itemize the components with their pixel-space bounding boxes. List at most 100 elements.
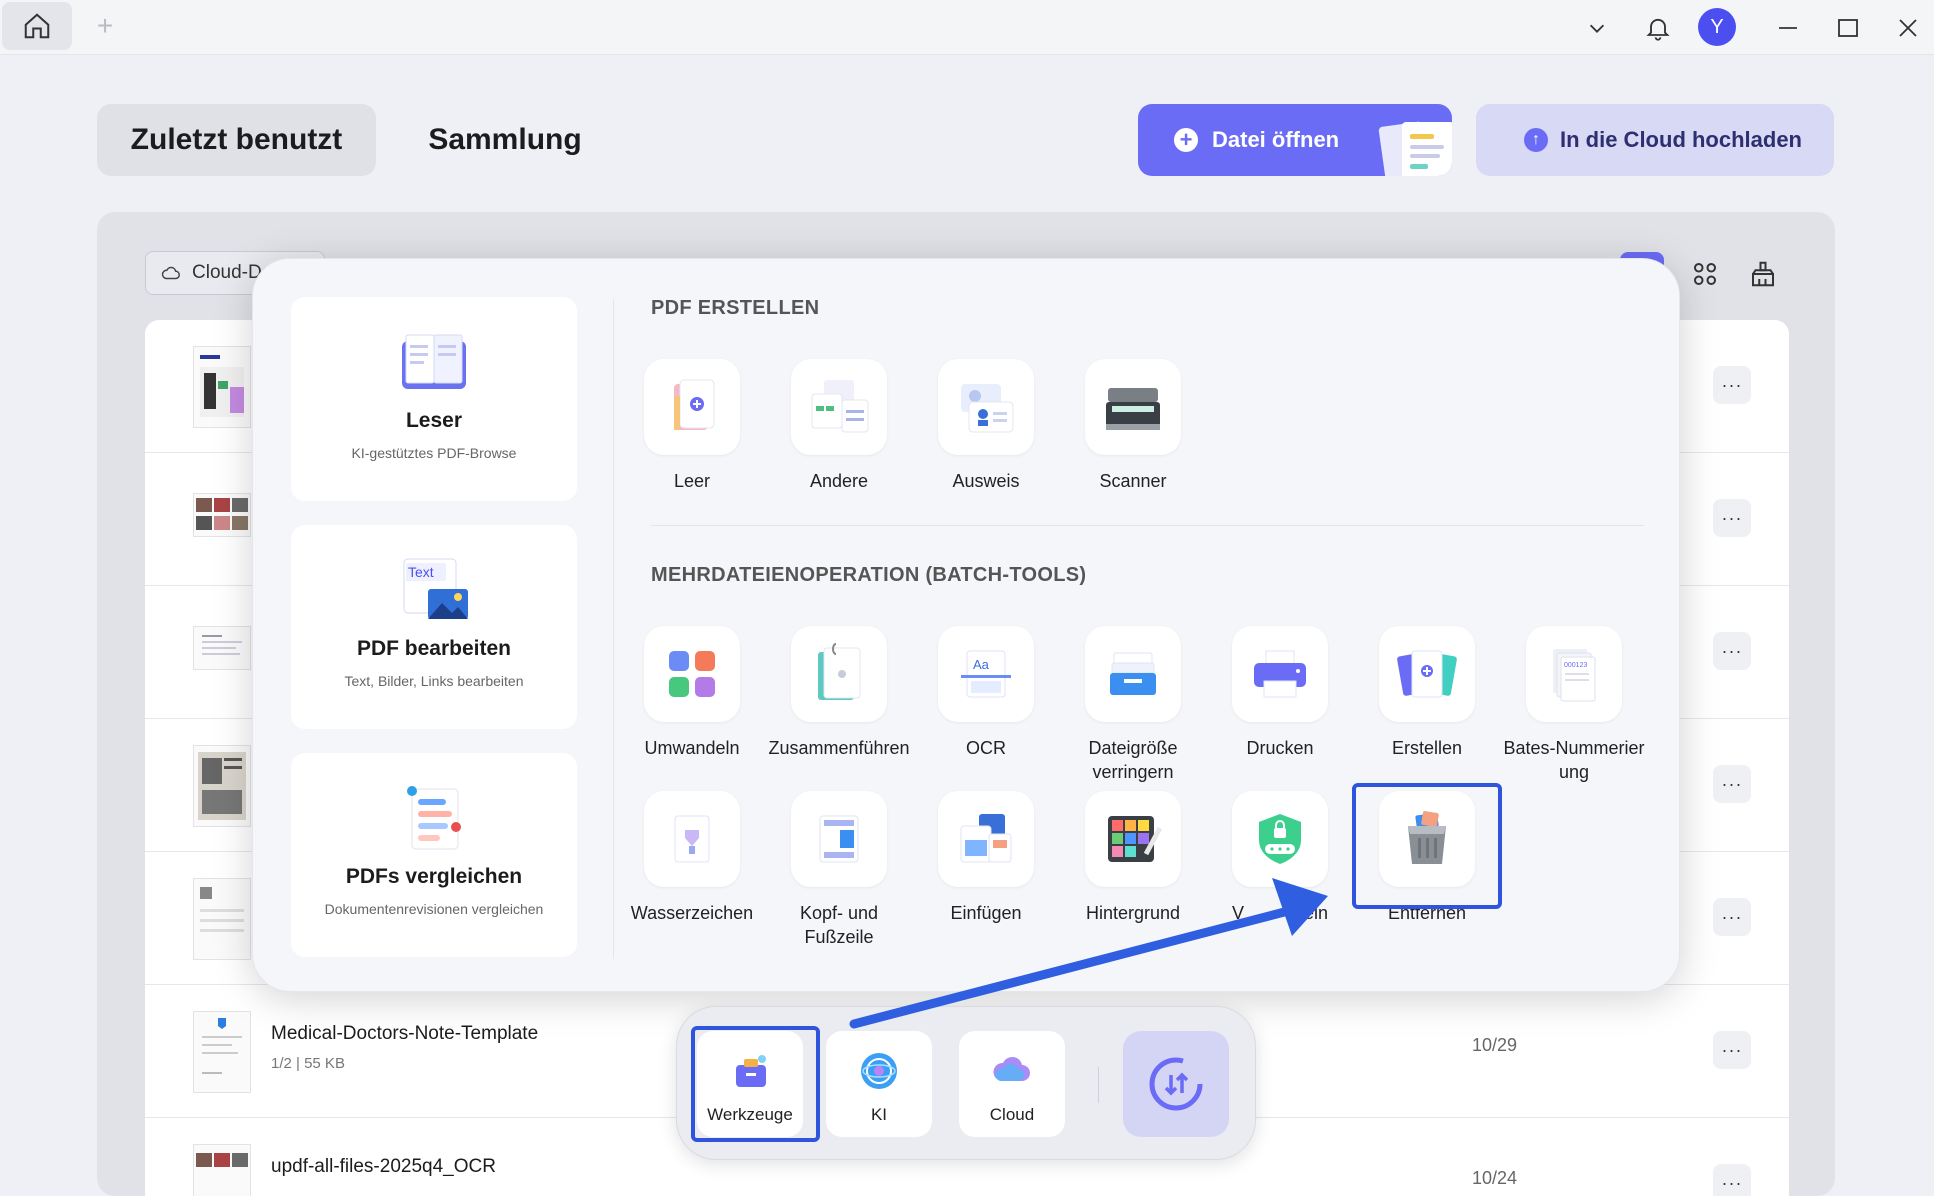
tab-collection[interactable]: Sammlung — [400, 104, 610, 176]
other-templates-icon — [811, 380, 869, 433]
more-options-button[interactable]: ··· — [1713, 898, 1751, 936]
close-icon[interactable] — [1888, 8, 1928, 48]
tool-merge[interactable]: Zusammenführen — [765, 626, 913, 760]
file-thumbnail — [193, 626, 251, 670]
tool-label: Kopf- und Fußzeile — [799, 903, 879, 947]
id-card-icon — [961, 384, 1014, 433]
svg-text:000123: 000123 — [1564, 662, 1587, 669]
tool-header-footer[interactable]: Kopf- und Fußzeile — [765, 791, 913, 949]
tool-blank[interactable]: Leer — [618, 359, 766, 493]
convert-icon — [669, 651, 715, 697]
tool-label: Scanner — [1099, 471, 1167, 491]
tool-id[interactable]: Ausweis — [912, 359, 1060, 493]
header-footer-icon — [819, 815, 859, 863]
upload-arrow-icon: ↑ — [1524, 128, 1548, 152]
tool-other[interactable]: Andere — [765, 359, 913, 493]
home-tab[interactable] — [2, 2, 72, 50]
dock-cloud-label: Cloud — [989, 1105, 1035, 1124]
tool-compress[interactable]: Dateigröße verringern — [1059, 626, 1207, 784]
tool-label: Umwandeln — [644, 738, 740, 758]
file-name: Medical-Doctors-Note-Template — [271, 1023, 539, 1044]
file-date: 10/24 — [1472, 1168, 1518, 1188]
file-thumbnail — [193, 1144, 251, 1196]
ocr-icon: Aa — [961, 650, 1011, 698]
edit-pdf-title: PDF bearbeiten — [356, 637, 512, 660]
tool-bates[interactable]: 000123 Bates-Nummerier ung — [1500, 626, 1648, 784]
tool-watermark[interactable]: Wasserzeichen — [618, 791, 766, 925]
sync-icon — [1149, 1057, 1203, 1111]
merge-icon — [818, 643, 861, 700]
reader-title: Leser — [405, 409, 463, 432]
tool-label: Andere — [809, 471, 869, 491]
create-section-title: PDF ERSTELLEN — [651, 297, 820, 319]
dock-ai-button[interactable]: KI — [826, 1031, 932, 1137]
tool-scanner[interactable]: Scanner — [1059, 359, 1207, 493]
open-file-label: Datei öffnen — [1212, 127, 1340, 152]
ai-orb-icon — [861, 1053, 897, 1089]
tool-create[interactable]: Erstellen — [1353, 626, 1501, 760]
compare-pdfs-title: PDFs vergleichen — [345, 865, 523, 888]
more-options-button[interactable]: ··· — [1713, 1164, 1751, 1196]
documents-illustration-icon — [1378, 121, 1452, 176]
more-options-button[interactable]: ··· — [1713, 765, 1751, 803]
chevron-down-icon[interactable] — [1577, 8, 1617, 48]
home-icon — [24, 13, 50, 39]
file-date: 10/29 — [1472, 1035, 1518, 1055]
edit-pdf-card[interactable]: Text PDF bearbeiten Text, Bilder, Links … — [291, 525, 577, 729]
tool-print[interactable]: Drucken — [1206, 626, 1354, 760]
new-tab-button[interactable]: + — [88, 6, 122, 46]
reader-card[interactable]: Leser KI-gestütztes PDF-Browse — [291, 297, 577, 501]
book-icon — [402, 334, 466, 389]
more-options-button[interactable]: ··· — [1713, 1031, 1751, 1069]
file-thumbnail — [193, 1011, 251, 1093]
dock-divider — [1098, 1067, 1099, 1103]
compare-pdfs-card[interactable]: PDFs vergleichen Dokumentenrevisionen ve… — [291, 753, 577, 957]
bates-numbering-icon: 000123 — [1553, 649, 1596, 702]
clean-brush-icon[interactable] — [1741, 252, 1785, 296]
scanner-icon — [1106, 388, 1160, 430]
open-file-button[interactable]: + Datei öffnen — [1138, 104, 1452, 176]
tab-recent[interactable]: Zuletzt benutzt — [97, 104, 376, 176]
compare-pdfs-subtitle: Dokumentenrevisionen vergleichen — [324, 901, 544, 917]
bell-icon[interactable] — [1638, 8, 1678, 48]
file-meta: 1/2 | 55 KB — [271, 1055, 345, 1072]
more-options-button[interactable]: ··· — [1713, 366, 1751, 404]
dock-cloud-button[interactable]: Cloud — [959, 1031, 1065, 1137]
file-name: updf-all-files-2025q4_OCR — [271, 1156, 496, 1177]
file-thumbnail — [193, 346, 251, 428]
batch-section-title: MEHRDATEIENOPERATION (BATCH-TOOLS) — [651, 564, 1087, 586]
edit-text-image-icon: Text — [403, 558, 468, 619]
tool-background[interactable]: Hintergrund — [1059, 791, 1207, 925]
avatar[interactable]: Y — [1698, 8, 1736, 46]
tool-label: Hintergrund — [1085, 903, 1181, 923]
upload-cloud-label: In die Cloud hochladen — [1560, 127, 1802, 152]
maximize-icon[interactable] — [1828, 8, 1868, 48]
plus-circle-icon: + — [1174, 128, 1198, 152]
tool-ocr[interactable]: Aa OCR — [912, 626, 1060, 760]
tool-encrypt[interactable]: Veln — [1206, 791, 1354, 925]
title-bar: + Y — [0, 0, 1934, 55]
create-pdf-icon — [1397, 650, 1457, 698]
file-thumbnail — [193, 878, 251, 960]
grid-view-icon[interactable] — [1683, 252, 1727, 296]
file-thumbnail — [193, 745, 251, 827]
compare-documents-icon — [407, 786, 461, 850]
sync-button[interactable] — [1123, 1031, 1229, 1137]
tool-label: Wasserzeichen — [630, 903, 754, 923]
blank-page-icon — [674, 379, 715, 430]
more-options-button[interactable]: ··· — [1713, 632, 1751, 670]
minimize-icon[interactable] — [1768, 8, 1808, 48]
svg-text:Aa: Aa — [973, 657, 990, 672]
tool-label: Einfügen — [950, 903, 1022, 923]
tool-label: Drucken — [1246, 738, 1314, 758]
cloud-icon — [161, 266, 180, 280]
tool-convert[interactable]: Umwandeln — [618, 626, 766, 760]
upload-cloud-button[interactable]: ↑ In die Cloud hochladen — [1476, 104, 1834, 176]
highlight-tools — [691, 1026, 820, 1142]
svg-text:Text: Text — [408, 564, 434, 580]
tool-insert[interactable]: Einfügen — [912, 791, 1060, 925]
more-options-button[interactable]: ··· — [1713, 499, 1751, 537]
watermark-icon — [674, 815, 710, 863]
tool-label: Erstellen — [1391, 738, 1463, 758]
tool-label: Zusammenführen — [768, 738, 910, 758]
